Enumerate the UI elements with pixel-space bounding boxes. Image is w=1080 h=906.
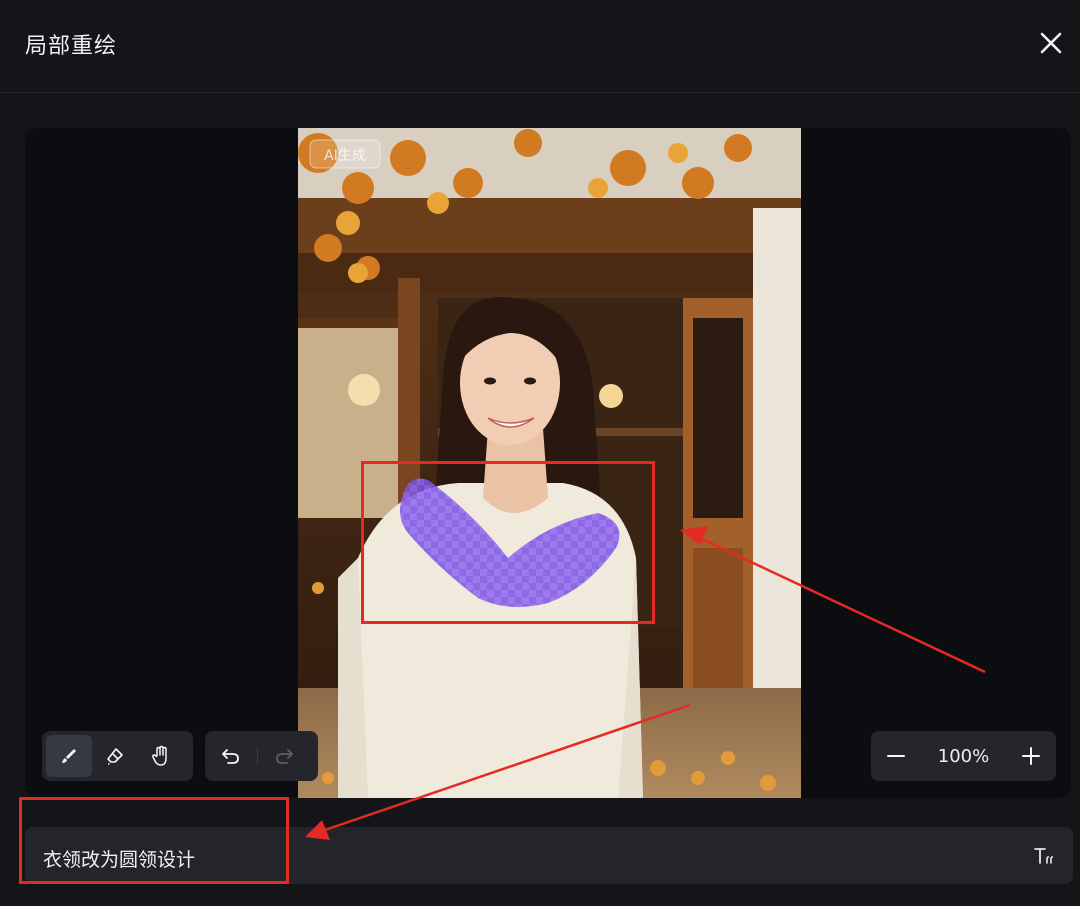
hand-icon — [152, 745, 167, 766]
zoom-in-button[interactable] — [1006, 735, 1056, 777]
close-icon — [1040, 32, 1062, 54]
brush-icon — [62, 749, 76, 763]
watermark-text: AI生成 — [324, 148, 366, 164]
eraser-icon — [107, 748, 123, 765]
zoom-out-button[interactable] — [871, 735, 921, 777]
brush-button[interactable] — [46, 735, 92, 777]
undo-icon — [222, 749, 239, 764]
redo-icon — [276, 749, 293, 764]
redo-button[interactable] — [258, 735, 310, 777]
prompt-text[interactable]: 衣领改为圆领设计 — [43, 845, 195, 872]
zoom-controls: 100% — [871, 731, 1056, 781]
undo-button[interactable] — [205, 735, 257, 777]
history-controls — [205, 731, 318, 781]
photo-illustration: AI生成 — [298, 128, 801, 798]
canvas-area[interactable]: AI生成 — [25, 128, 1071, 798]
text-format-button[interactable] — [1031, 843, 1057, 869]
plus-icon — [1022, 747, 1040, 765]
photo[interactable]: AI生成 — [298, 128, 801, 798]
prompt-input[interactable]: 衣领改为圆领设计 — [25, 827, 1073, 884]
text-format-icon — [1034, 848, 1054, 864]
zoom-level: 100% — [937, 745, 990, 767]
modal-header: 局部重绘 — [0, 0, 1080, 93]
minus-icon — [887, 755, 905, 757]
hand-button[interactable] — [138, 735, 184, 777]
close-button[interactable] — [1032, 24, 1070, 62]
eraser-button[interactable] — [92, 735, 138, 777]
tool-palette — [42, 731, 193, 781]
modal-title: 局部重绘 — [25, 34, 118, 59]
